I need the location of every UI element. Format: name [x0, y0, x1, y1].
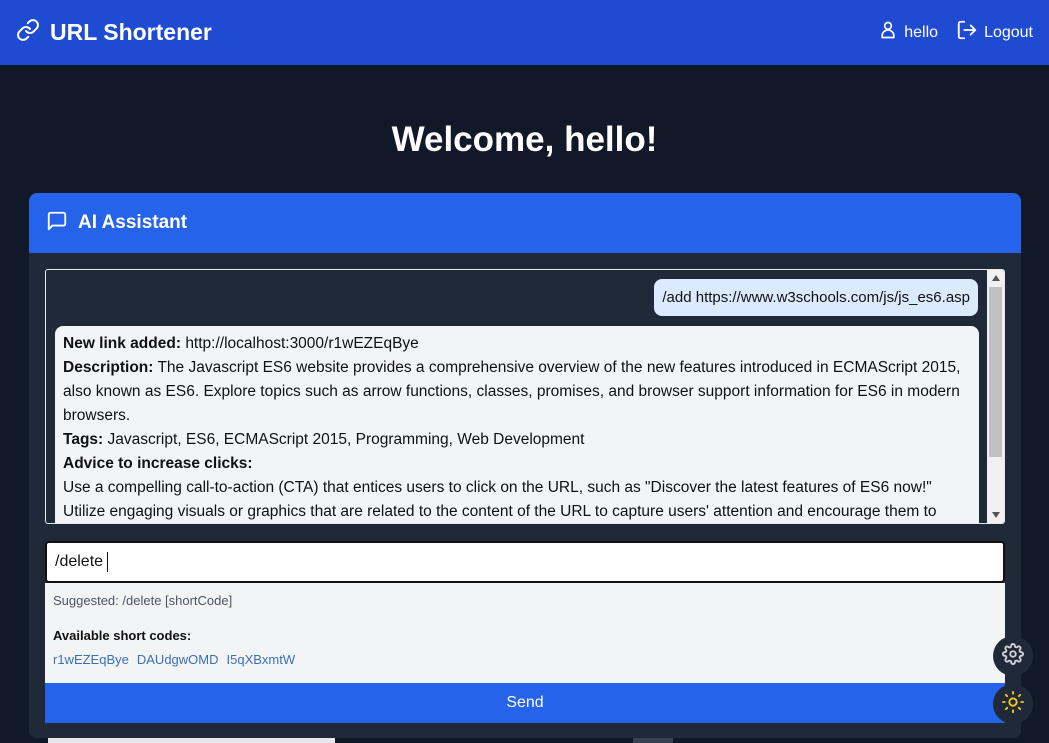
- suggestion-panel: Suggested: /delete [shortCode] Available…: [45, 583, 1005, 683]
- desc-label: Description:: [63, 359, 154, 376]
- link-value: http://localhost:3000/r1wEZEqBye: [185, 335, 419, 352]
- tags-value: Javascript, ES6, ECMAScript 2015, Progra…: [107, 431, 585, 448]
- app-title: URL Shortener: [50, 19, 212, 45]
- bot-message: New link added: http://localhost:3000/r1…: [55, 326, 979, 523]
- short-code-link[interactable]: I5qXBxmtW: [227, 652, 296, 667]
- suggestion-text: Suggested: /delete [shortCode]: [53, 593, 233, 608]
- user-menu[interactable]: hello: [878, 19, 938, 46]
- scroll-thumb[interactable]: [989, 287, 1002, 457]
- command-input-value: /delete: [55, 553, 104, 570]
- short-codes-label: Available short codes:: [53, 628, 192, 643]
- gear-icon: [1002, 642, 1024, 670]
- chat-icon: [46, 210, 68, 237]
- navbar: URL Shortener hello Logout: [0, 0, 1049, 65]
- brand[interactable]: URL Shortener: [16, 18, 212, 47]
- logout-button[interactable]: Logout: [956, 19, 1033, 46]
- welcome-heading: Welcome, hello!: [391, 120, 658, 159]
- sun-icon: [1002, 690, 1024, 718]
- advice-item: Use a compelling call-to-action (CTA) th…: [63, 479, 932, 496]
- chat-scrollbar[interactable]: [987, 270, 1004, 523]
- short-code-link[interactable]: DAUdgwOMD: [137, 652, 219, 667]
- theme-toggle-button[interactable]: [993, 684, 1033, 724]
- text-caret: [107, 552, 109, 572]
- settings-button[interactable]: [993, 636, 1033, 676]
- user-message: /add https://www.w3schools.com/js/js_es6…: [654, 279, 978, 316]
- logout-icon: [956, 19, 978, 46]
- card-header: AI Assistant: [29, 193, 1021, 253]
- page-content-edge: [48, 738, 335, 743]
- advice-label: Advice to increase clicks:: [63, 455, 253, 472]
- card-title: AI Assistant: [78, 212, 188, 233]
- command-input[interactable]: /delete: [45, 541, 1005, 583]
- ai-assistant-card: AI Assistant /add https://www.w3schools.…: [29, 193, 1021, 738]
- chat-log[interactable]: /add https://www.w3schools.com/js/js_es6…: [45, 269, 1005, 524]
- advice-item: Utilize engaging visuals or graphics tha…: [63, 503, 937, 520]
- tags-label: Tags:: [63, 431, 104, 448]
- page-content-edge: [633, 738, 673, 743]
- user-icon: [878, 19, 898, 46]
- short-codes-list: r1wEZEqBye DAUdgwOMD I5qXBxmtW: [53, 652, 997, 667]
- user-name: hello: [904, 23, 939, 41]
- scroll-up-arrow-icon[interactable]: [987, 270, 1004, 286]
- desc-value: The Javascript ES6 website provides a co…: [63, 359, 961, 424]
- scroll-down-arrow-icon[interactable]: [987, 507, 1004, 523]
- short-code-link[interactable]: r1wEZEqBye: [53, 652, 129, 667]
- link-icon: [16, 18, 40, 47]
- link-label: New link added:: [63, 335, 181, 352]
- send-button[interactable]: Send: [45, 683, 1005, 723]
- logout-label: Logout: [984, 23, 1033, 41]
